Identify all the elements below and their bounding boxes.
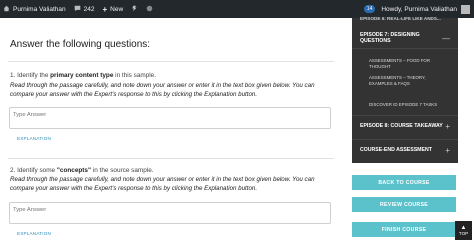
- question-2-title: 2. Identify some "concepts" in the sourc…: [10, 167, 154, 174]
- divider: [8, 61, 334, 62]
- site-name: Purnima Valiathan: [13, 5, 66, 13]
- course-sidebar: EPISODE 6: REAL-LIFE LIKE ANDS... EPISOD…: [352, 15, 458, 163]
- sidebar-item-episode-8[interactable]: EPISODE 8: COURSE TAKEAWAY +: [352, 117, 458, 135]
- notification-badge[interactable]: 14: [363, 5, 376, 13]
- expand-icon[interactable]: +: [445, 146, 450, 155]
- comments-count: 242: [83, 5, 95, 13]
- status-dot-icon: [146, 5, 153, 14]
- admin-bar-site[interactable]: Purnima Valiathan: [0, 0, 70, 18]
- comment-icon: [74, 5, 81, 14]
- question-1-instructions: Read through the passage carefully, and …: [10, 82, 315, 98]
- answer-input-2[interactable]: [9, 202, 331, 224]
- cache-icon: [131, 5, 138, 14]
- new-label: New: [110, 5, 124, 13]
- sidebar-item-label: EPISODE 8: COURSE TAKEAWAY: [360, 123, 443, 129]
- lesson-item[interactable]: ASSESSMENTS – FOOD FOR THOUGHT: [369, 58, 449, 70]
- divider: [352, 115, 458, 116]
- expand-icon[interactable]: +: [445, 122, 450, 131]
- sidebar-item-label: EPISODE 7: DESIGNING QUESTIONS: [360, 32, 420, 44]
- main-content: Answer the following questions: 1. Ident…: [0, 18, 348, 242]
- divider: [352, 139, 458, 140]
- admin-bar-new[interactable]: + New: [99, 0, 128, 18]
- answer-input-1[interactable]: [9, 107, 331, 129]
- sidebar-item-episode-7[interactable]: EPISODE 7: DESIGNING QUESTIONS —: [352, 30, 458, 46]
- top-label: TOP: [458, 231, 469, 236]
- sidebar-item-label: COURSE-END ASSESSMENT: [360, 147, 432, 153]
- admin-bar-cache[interactable]: [127, 0, 142, 18]
- question-2-instructions: Read through the passage carefully, and …: [10, 176, 315, 192]
- question-1-title: 1. Identify the primary content type in …: [10, 72, 156, 79]
- back-to-top-button[interactable]: ▲ TOP: [455, 221, 472, 240]
- plus-icon: +: [102, 4, 108, 14]
- page-title: Answer the following questions:: [10, 39, 151, 50]
- lesson-item[interactable]: ASSESSMENTS – THEORY, EXAMPLES & FAQS: [369, 75, 449, 87]
- collapse-icon[interactable]: —: [442, 34, 450, 43]
- explanation-button-2[interactable]: EXPLANATION: [17, 231, 51, 236]
- review-course-button[interactable]: REVIEW COURSE: [352, 197, 456, 212]
- avatar[interactable]: [461, 4, 470, 14]
- divider: [8, 158, 334, 159]
- sidebar-item-episode-6[interactable]: EPISODE 6: REAL-LIFE LIKE ANDS...: [352, 15, 458, 22]
- divider: [352, 48, 458, 49]
- howdy-user[interactable]: Howdy, Purnima Valiathan: [381, 6, 457, 13]
- finish-course-button[interactable]: FINISH COURSE: [352, 222, 456, 237]
- home-icon: [3, 5, 10, 14]
- admin-bar-status[interactable]: [142, 0, 157, 18]
- admin-bar-comments[interactable]: 242: [70, 0, 99, 18]
- lesson-item[interactable]: DISCOVER ID EPISODE 7 TASKS: [369, 102, 449, 108]
- explanation-button-1[interactable]: EXPLANATION: [17, 136, 51, 141]
- back-to-course-button[interactable]: BACK TO COURSE: [352, 175, 456, 190]
- sidebar-item-course-end-assessment[interactable]: COURSE-END ASSESSMENT +: [352, 141, 458, 159]
